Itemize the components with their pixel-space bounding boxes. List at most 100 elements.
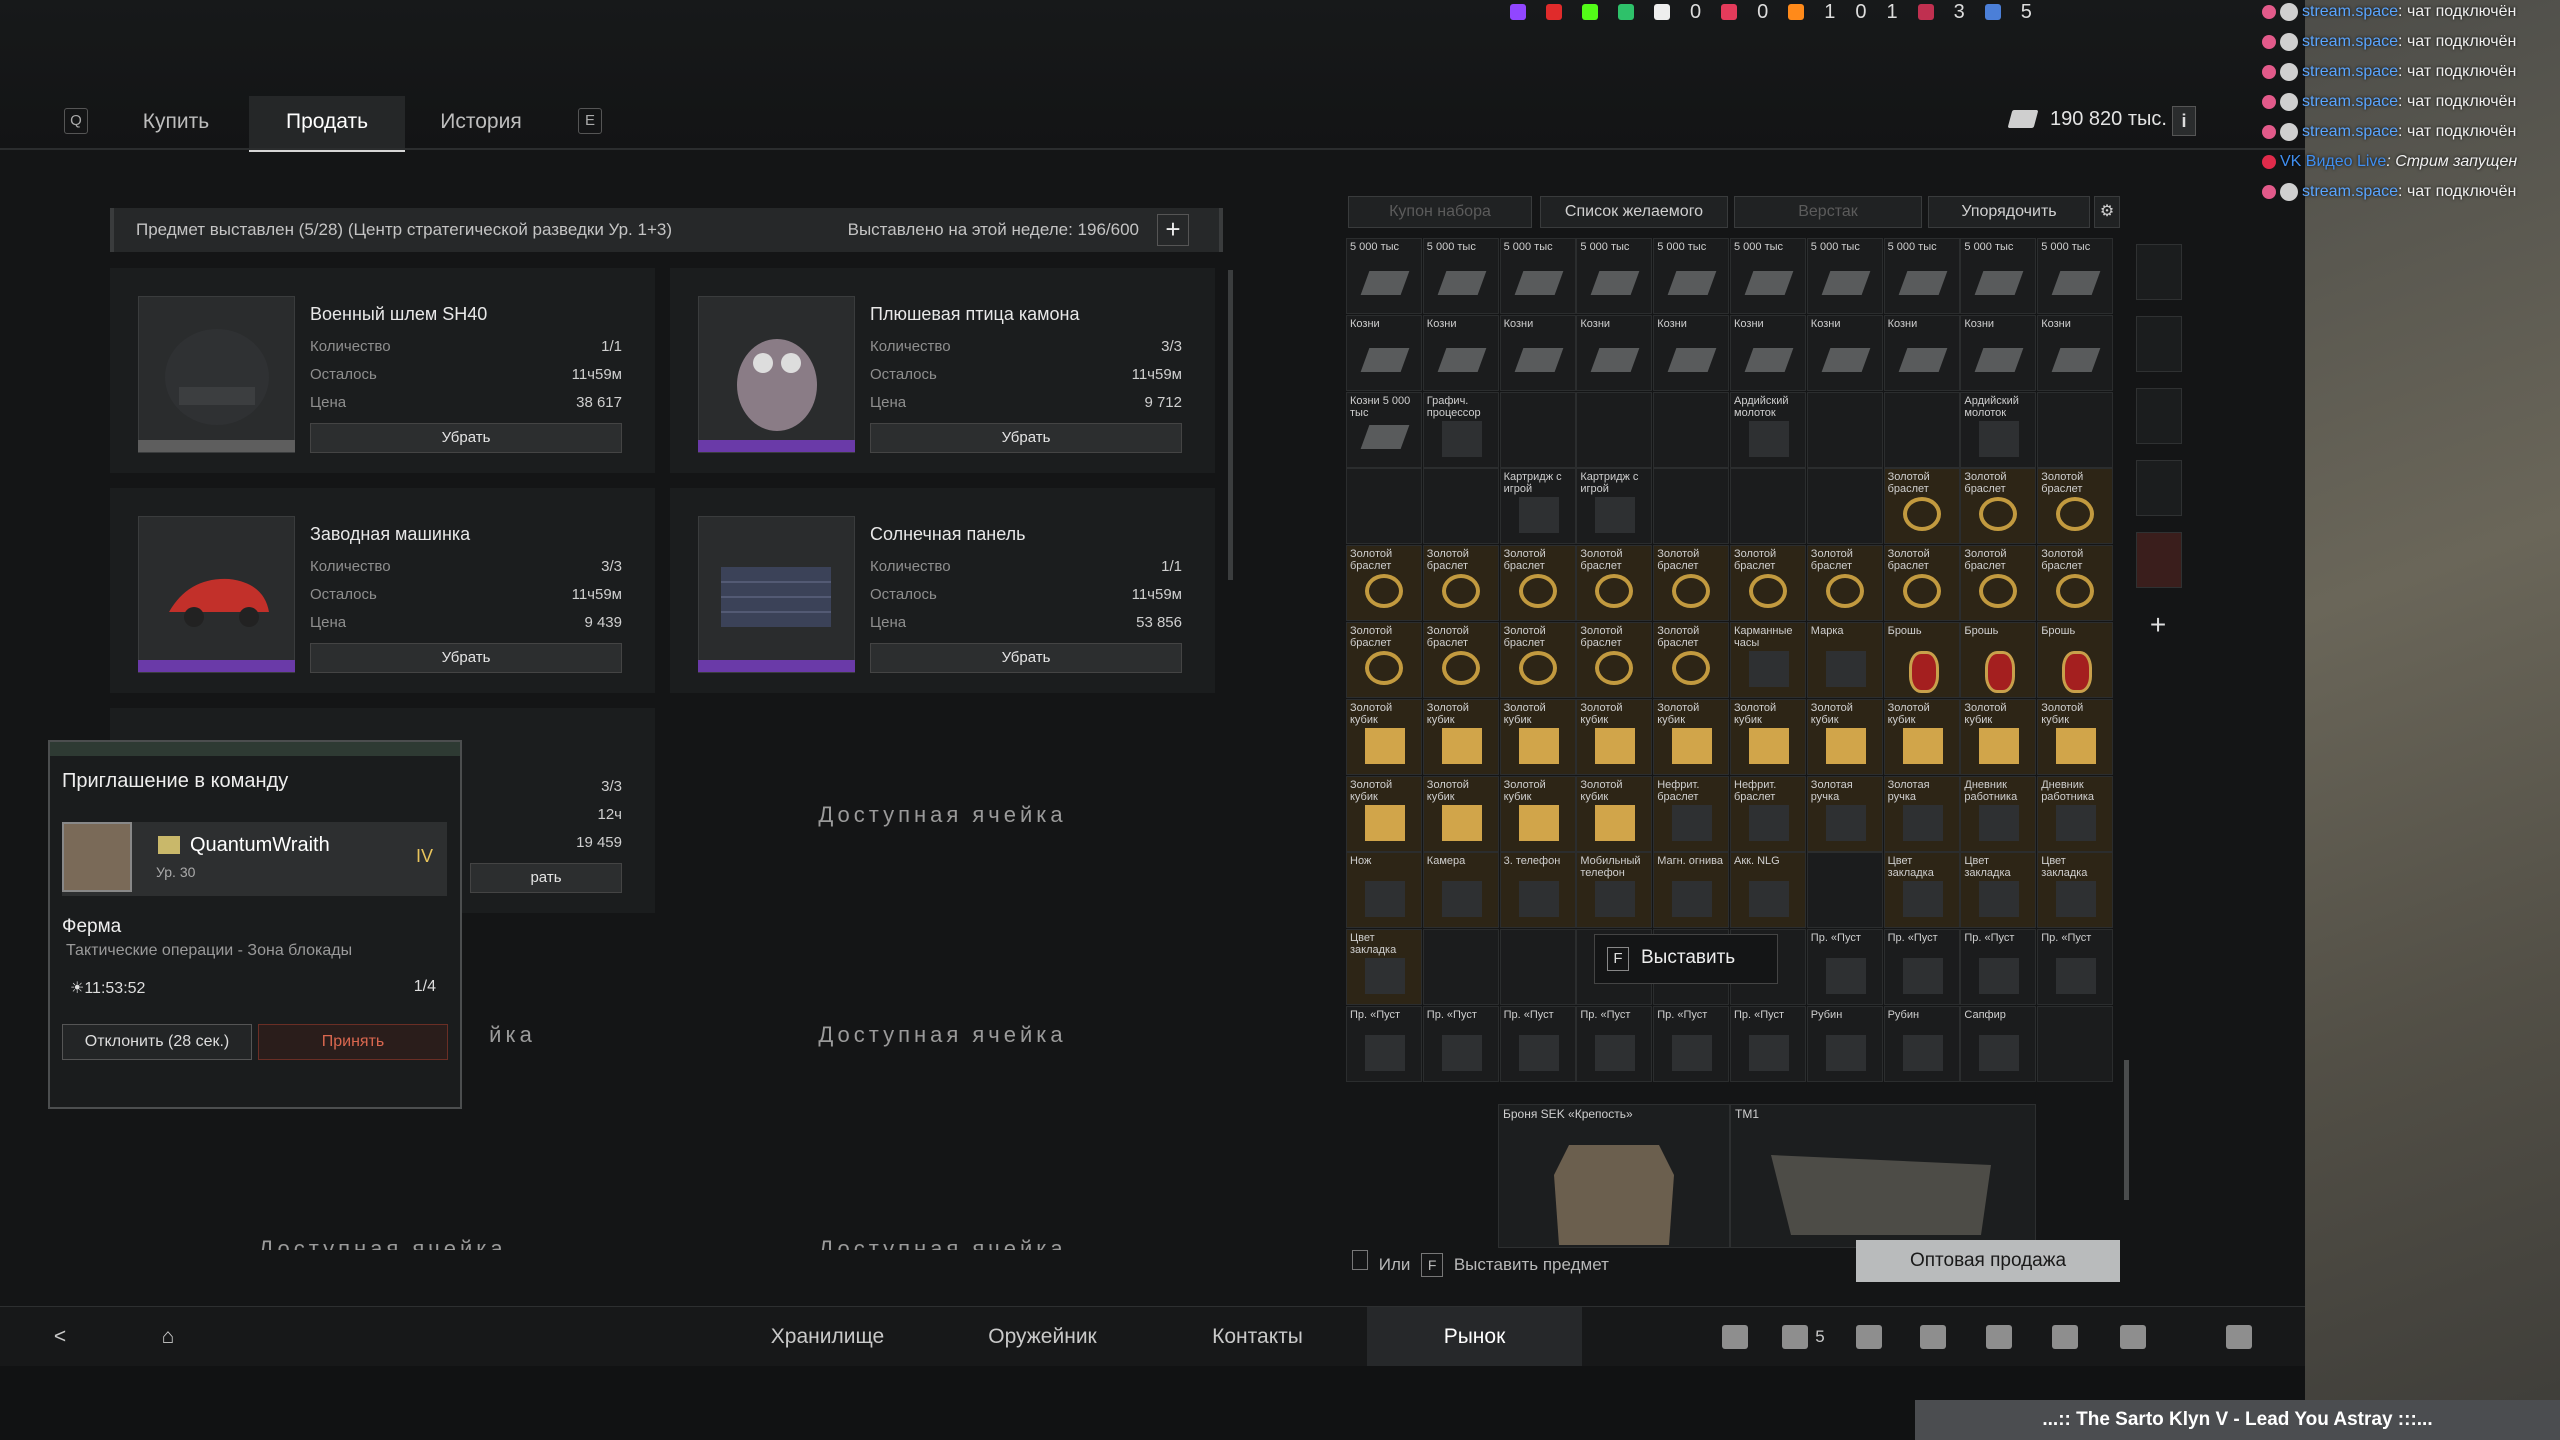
bulk-sell-button[interactable]: Оптовая продажа xyxy=(1856,1240,2120,1282)
stash-cell[interactable]: Золотой кубик xyxy=(1346,698,1422,775)
stash-cell[interactable]: Золотой браслет xyxy=(1883,468,1960,545)
stash-cell[interactable] xyxy=(1806,391,1883,468)
stash-cell[interactable]: Козни xyxy=(1730,314,1806,391)
stash-cell[interactable]: Золотой браслет xyxy=(1883,545,1960,622)
stash-cell[interactable]: 3. телефон xyxy=(1499,852,1576,929)
stash-cell[interactable]: Золотой кубик xyxy=(1576,775,1653,852)
home-stash-icon[interactable] xyxy=(2136,244,2182,300)
wishlist-tab[interactable]: Список желаемого xyxy=(1540,196,1728,228)
remove-offer-button[interactable]: рать xyxy=(470,863,622,893)
stash-cell[interactable]: Камера xyxy=(1422,852,1499,929)
notes-icon[interactable] xyxy=(2052,1325,2078,1349)
stash-cell[interactable]: Золотой кубик xyxy=(1422,775,1499,852)
stash-cell[interactable]: Дневник работника xyxy=(2037,775,2114,852)
stash-cell[interactable]: Золотой браслет xyxy=(1346,545,1422,622)
stash-cell[interactable]: Брошь xyxy=(1960,622,2037,698)
stash-cell[interactable] xyxy=(1576,391,1653,468)
stash-cell[interactable]: Козни 5 000 тыс xyxy=(1346,391,1422,468)
stash-cell[interactable]: 5 000 тыс xyxy=(1960,238,2037,314)
stash-cell[interactable]: Золотая ручка xyxy=(1883,775,1960,852)
decline-button[interactable]: Отклонить (28 сек.) xyxy=(62,1024,252,1060)
stash-cell[interactable]: Нефрит. браслет xyxy=(1730,775,1806,852)
stash-cell[interactable]: Золотой браслет xyxy=(1653,622,1730,698)
stash-cell[interactable]: Магн. огнива xyxy=(1653,852,1730,929)
stash-cell[interactable]: Пр. «Пуст xyxy=(1883,929,1960,1006)
stash-cell[interactable] xyxy=(2037,391,2114,468)
stash-tab-2-icon[interactable] xyxy=(2136,316,2182,372)
sort-button[interactable]: Упорядочить xyxy=(1928,196,2090,228)
stash-cell[interactable]: Цвет закладка xyxy=(1960,852,2037,929)
stash-cell[interactable]: Картридж с игрой xyxy=(1576,468,1653,545)
stash-cell[interactable]: Пр. «Пуст xyxy=(1653,1006,1730,1082)
tab-history[interactable]: История xyxy=(425,96,537,148)
stash-cell[interactable]: Мобильный телефон xyxy=(1576,852,1653,929)
gear-icon[interactable] xyxy=(2226,1325,2252,1349)
stash-cell[interactable]: Золотой кубик xyxy=(1576,698,1653,775)
trophy-icon[interactable] xyxy=(1986,1325,2012,1349)
friends-icon[interactable] xyxy=(1782,1325,1808,1349)
remove-offer-button[interactable]: Убрать xyxy=(310,423,622,453)
stash-cell[interactable]: Цвет закладка xyxy=(2037,852,2114,929)
available-slot[interactable]: Доступная ячейка xyxy=(670,802,1215,828)
stash-cell[interactable] xyxy=(1806,852,1883,929)
stash-cell[interactable]: Золотой браслет xyxy=(2037,468,2114,545)
stash-cell[interactable]: Графич. процессор xyxy=(1422,391,1499,468)
stash-cell[interactable]: Золотой браслет xyxy=(1653,545,1730,622)
stash-cell[interactable]: Золотой браслет xyxy=(1346,622,1422,698)
stash-cell[interactable]: Золотой браслет xyxy=(1960,545,2037,622)
stash-cell[interactable]: Золотая ручка xyxy=(1806,775,1883,852)
stash-cell[interactable]: Рубин xyxy=(1806,1006,1883,1082)
accept-button[interactable]: Принять xyxy=(258,1024,448,1060)
stash-cell[interactable]: Пр. «Пуст xyxy=(1422,1006,1499,1082)
stash-cell[interactable]: Золотой браслет xyxy=(1422,622,1499,698)
stash-cell[interactable]: Козни xyxy=(1422,314,1499,391)
stash-cell[interactable]: Марка xyxy=(1806,622,1883,698)
stash-cell[interactable]: 5 000 тыс xyxy=(1346,238,1422,314)
stash-cell[interactable]: Козни xyxy=(1960,314,2037,391)
stash-cell[interactable]: Сапфир xyxy=(1960,1006,2037,1082)
stash-cell[interactable]: Козни xyxy=(1883,314,1960,391)
stash-cell[interactable]: Золотой браслет xyxy=(1422,545,1499,622)
stash-tab-3-icon[interactable] xyxy=(2136,388,2182,444)
stash-cell[interactable]: Золотой кубик xyxy=(1806,698,1883,775)
stash-cell[interactable]: Золотой кубик xyxy=(1346,775,1422,852)
stash-cell[interactable]: Брошь xyxy=(1883,622,1960,698)
stash-cell[interactable]: Картридж с игрой xyxy=(1499,468,1576,545)
stash-cell[interactable] xyxy=(1730,468,1806,545)
stash-cell[interactable]: Козни xyxy=(1576,314,1653,391)
stash-cell[interactable] xyxy=(1422,468,1499,545)
stash-cell[interactable]: Брошь xyxy=(2037,622,2114,698)
stash-cell[interactable]: Золотой кубик xyxy=(1730,698,1806,775)
stash-grid[interactable]: 5 000 тыс 5 000 тыс 5 000 тыс 5 000 тыс 5 00… xyxy=(1346,238,2114,1248)
stash-cell[interactable] xyxy=(1499,929,1576,1006)
stash-cell[interactable] xyxy=(1653,468,1730,545)
stash-cell[interactable]: Золотой кубик xyxy=(1422,698,1499,775)
stash-cell[interactable]: Акк. NLG xyxy=(1730,852,1806,929)
stash-scrollbar[interactable] xyxy=(2124,1060,2129,1200)
stash-cell[interactable]: Карманные часы xyxy=(1730,622,1806,698)
stash-cell[interactable]: Нефрит. браслет xyxy=(1653,775,1730,852)
stash-cell[interactable]: Цвет закладка xyxy=(1346,929,1422,1006)
nav-contacts[interactable]: Контакты xyxy=(1150,1307,1365,1367)
stash-cell[interactable]: Золотой кубик xyxy=(1883,698,1960,775)
nav-market[interactable]: Рынок xyxy=(1367,1307,1582,1367)
available-slot[interactable]: Доступная ячейка xyxy=(670,1022,1215,1048)
workbench-tab[interactable]: Верстак xyxy=(1734,196,1922,228)
stash-cell[interactable] xyxy=(1653,391,1730,468)
available-slot[interactable]: Доступная ячейка xyxy=(110,1236,655,1250)
stash-cell[interactable]: Ардийский молоток xyxy=(1960,391,2037,468)
stash-cell[interactable]: Дневник работника xyxy=(1960,775,2037,852)
back-arrow-icon[interactable]: < xyxy=(40,1307,80,1367)
stash-cell[interactable]: 5 000 тыс xyxy=(1883,238,1960,314)
stash-cell[interactable]: 5 000 тыс xyxy=(1730,238,1806,314)
stash-cell[interactable]: Нож xyxy=(1346,852,1422,929)
mail-icon[interactable] xyxy=(1920,1325,1946,1349)
list-item-action[interactable]: Выставить xyxy=(1641,947,1735,969)
available-slot[interactable]: Доступная ячейка xyxy=(670,1236,1215,1250)
remove-offer-button[interactable]: Убрать xyxy=(310,643,622,673)
tab-sell[interactable]: Продать xyxy=(249,96,405,152)
gear-icon[interactable]: ⚙ xyxy=(2094,196,2120,228)
stash-cell[interactable]: Козни xyxy=(1346,314,1422,391)
stash-cell[interactable]: Золотой браслет xyxy=(1499,622,1576,698)
tasks-icon[interactable] xyxy=(2120,1325,2146,1349)
